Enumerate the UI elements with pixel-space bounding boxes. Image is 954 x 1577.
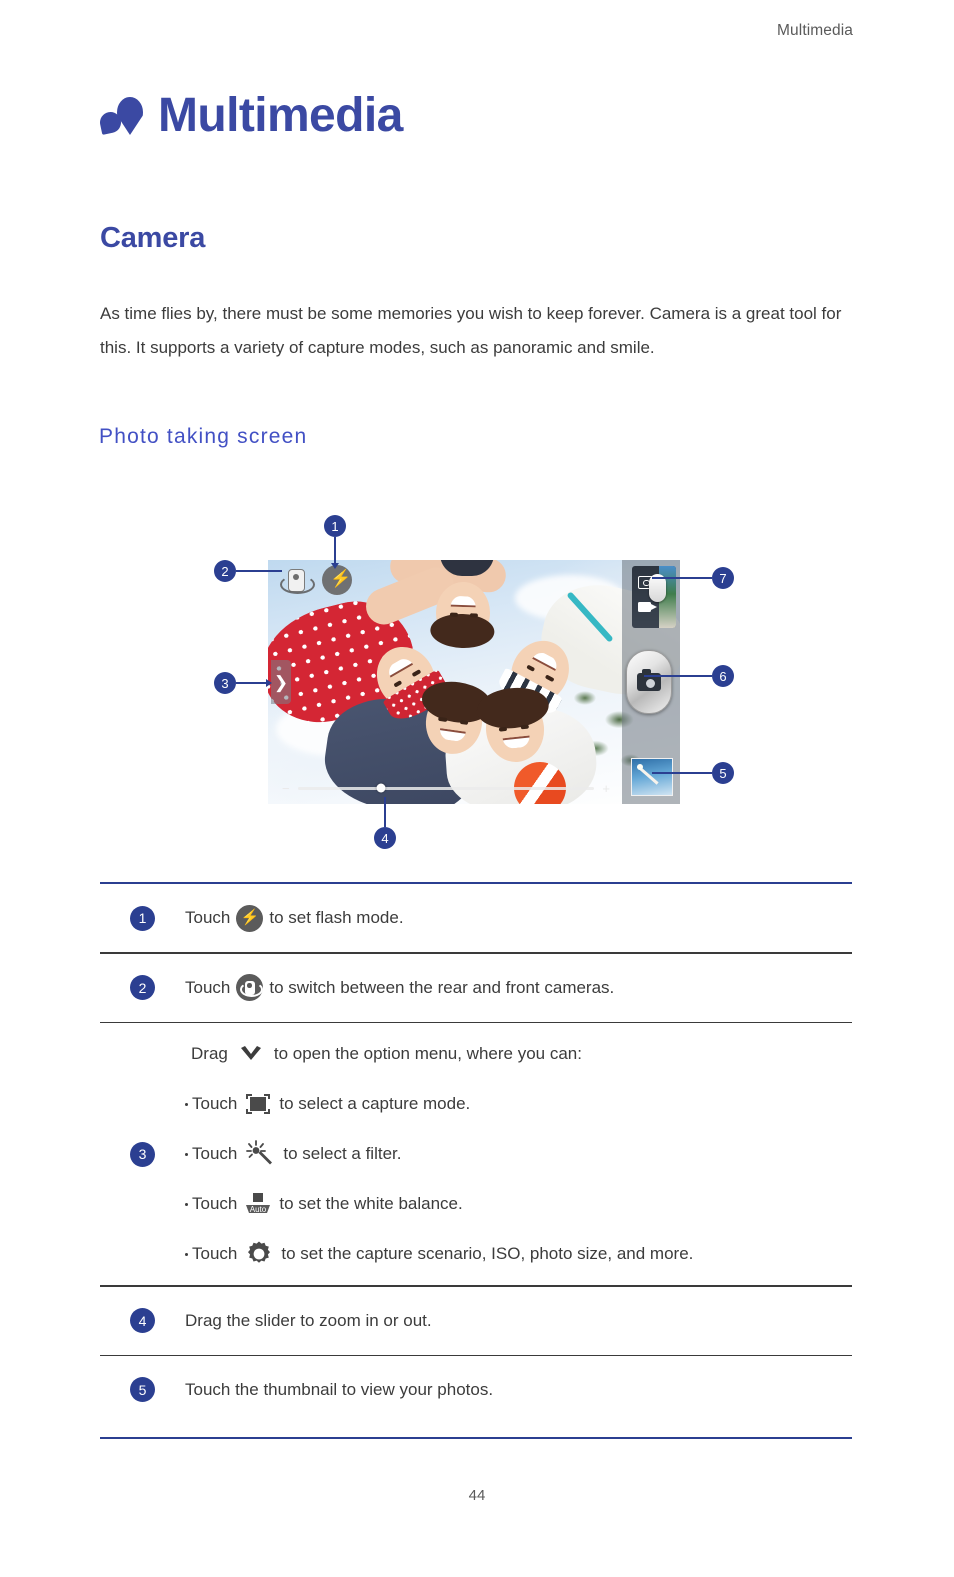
callout-7: 7 bbox=[712, 567, 734, 589]
bullet-dot bbox=[185, 1252, 188, 1256]
camera-switch-icon bbox=[236, 974, 264, 1002]
filter-icon bbox=[245, 1140, 275, 1168]
person-face bbox=[474, 684, 551, 765]
document-page: Multimedia Multimedia Camera As time fli… bbox=[0, 0, 954, 1577]
camera-preview-screenshot: ❯ − + bbox=[268, 560, 680, 804]
legend-badge-4: 4 bbox=[130, 1308, 155, 1334]
section-heading: Camera bbox=[100, 222, 206, 254]
zoom-track[interactable] bbox=[297, 783, 595, 793]
legend-badge-2: 2 bbox=[130, 975, 155, 1001]
flash-icon bbox=[236, 904, 264, 932]
bullet-text-after: to select a capture mode. bbox=[279, 1094, 471, 1114]
camera-control-bar bbox=[622, 560, 680, 804]
bullet-text-before: Touch bbox=[192, 1194, 238, 1214]
callout-5-leader bbox=[652, 772, 712, 774]
zoom-out-label[interactable]: − bbox=[282, 782, 290, 795]
callout-1: 1 bbox=[324, 515, 346, 537]
legend-row-3: 3 Drag to open the option menu, where yo… bbox=[100, 1023, 852, 1285]
callout-6: 6 bbox=[712, 665, 734, 687]
white-balance-auto-icon: Auto bbox=[243, 1191, 273, 1217]
callout-4-leader bbox=[384, 797, 386, 827]
flash-button[interactable] bbox=[322, 565, 352, 595]
page-number: 44 bbox=[468, 1487, 486, 1504]
chapter-title: Multimedia bbox=[158, 89, 403, 142]
legend-bullet-3: Touch Auto to set the white balance. bbox=[185, 1179, 852, 1229]
petal-mark-icon bbox=[98, 92, 146, 140]
bullet-dot bbox=[185, 1102, 188, 1106]
intro-text-after: to open the option menu, where you can: bbox=[273, 1044, 582, 1064]
capture-mode-icon bbox=[243, 1091, 273, 1117]
legend-bullet-2: Touch to select a filter. bbox=[185, 1129, 852, 1179]
running-header: Multimedia bbox=[777, 22, 853, 39]
legend-intro-line: Drag to open the option menu, where you … bbox=[185, 1029, 852, 1079]
legend-number-cell: 3 bbox=[100, 1141, 185, 1167]
svg-text:Auto: Auto bbox=[250, 1205, 267, 1214]
intro-paragraph: As time flies by, there must be some mem… bbox=[100, 304, 842, 357]
zoom-slider[interactable]: − + bbox=[282, 782, 610, 795]
callout-1-leader bbox=[334, 537, 336, 565]
legend-text: Drag the slider to zoom in or out. bbox=[185, 1310, 432, 1330]
legend-number-cell: 1 bbox=[100, 905, 185, 931]
legend-row-4: 4 Drag the slider to zoom in or out. bbox=[100, 1287, 852, 1355]
legend-text: Touch the thumbnail to view your photos. bbox=[185, 1379, 494, 1399]
legend-badge-1: 1 bbox=[130, 905, 155, 931]
video-mode-icon[interactable] bbox=[638, 602, 657, 612]
shutter-button[interactable] bbox=[626, 650, 672, 714]
legend-badge-3: 3 bbox=[130, 1141, 155, 1167]
person-face bbox=[419, 677, 495, 758]
legend-number-cell: 2 bbox=[100, 975, 185, 1001]
chapter-title-row: Multimedia bbox=[98, 89, 403, 142]
option-menu-handle[interactable]: ❯ bbox=[271, 660, 291, 704]
legend-text-5: Touch the thumbnail to view your photos. bbox=[185, 1375, 852, 1405]
photo-video-toggle[interactable] bbox=[632, 566, 676, 628]
callout-3: 3 bbox=[214, 672, 236, 694]
bullet-text-after: to set the white balance. bbox=[279, 1194, 463, 1214]
legend-text-before: Touch bbox=[185, 908, 231, 928]
callout-3-arrow bbox=[266, 679, 272, 687]
bullet-text-after: to select a filter. bbox=[283, 1144, 402, 1164]
legend-bullet-1: Touch to select a capture mode. bbox=[185, 1079, 852, 1129]
callout-4: 4 bbox=[374, 827, 396, 849]
legend-text-4: Drag the slider to zoom in or out. bbox=[185, 1306, 852, 1336]
legend-badge-5: 5 bbox=[130, 1377, 155, 1403]
bullet-text-before: Touch bbox=[192, 1094, 238, 1114]
callout-7-leader bbox=[652, 577, 712, 579]
gallery-thumbnail[interactable] bbox=[631, 758, 673, 796]
chevron-down-icon bbox=[237, 1042, 265, 1066]
bullet-text-before: Touch bbox=[192, 1144, 238, 1164]
intro-text-before: Drag bbox=[191, 1044, 228, 1064]
legend-text-3: Drag to open the option menu, where you … bbox=[185, 1029, 852, 1279]
bullet-text-after: to set the capture scenario, ISO, photo … bbox=[281, 1244, 694, 1264]
subheading: Photo taking screen bbox=[99, 425, 308, 448]
bullet-text-before: Touch bbox=[192, 1244, 238, 1264]
bullet-dot bbox=[185, 1152, 188, 1156]
legend-row-5: 5 Touch the thumbnail to view your photo… bbox=[100, 1356, 852, 1424]
legend-bullet-4: Touch to set the capture scenario, ISO, … bbox=[185, 1229, 852, 1279]
callout-5: 5 bbox=[712, 762, 734, 784]
zoom-in-label[interactable]: + bbox=[602, 782, 610, 795]
callout-6-leader bbox=[644, 675, 712, 677]
callout-3-leader bbox=[236, 682, 268, 684]
callout-2: 2 bbox=[214, 560, 236, 582]
legend-row-2: 2 Touch to switch between the rear and f… bbox=[100, 954, 852, 1022]
callout-2-leader bbox=[236, 570, 282, 572]
legend-text-1: Touch to set flash mode. bbox=[185, 903, 852, 933]
zoom-handle[interactable] bbox=[376, 783, 386, 793]
camera-switch-button[interactable] bbox=[279, 565, 315, 595]
legend-text-before: Touch bbox=[185, 977, 231, 997]
legend-text-2: Touch to switch between the rear and fro… bbox=[185, 973, 852, 1003]
legend-text-after: to switch between the rear and front cam… bbox=[269, 977, 615, 997]
legend-number-cell: 4 bbox=[100, 1308, 185, 1334]
settings-gear-icon bbox=[245, 1240, 273, 1268]
legend-number-cell: 5 bbox=[100, 1377, 185, 1403]
legend-table: 1 Touch to set flash mode. 2 Touch to sw… bbox=[100, 882, 852, 1424]
legend-row-1: 1 Touch to set flash mode. bbox=[100, 884, 852, 952]
footer-rule bbox=[100, 1437, 852, 1440]
bullet-dot bbox=[185, 1202, 188, 1206]
callout-1-arrow bbox=[331, 563, 339, 569]
camera-screen-figure: ❯ − + 1 2 3 4 5 6 7 bbox=[200, 515, 760, 875]
legend-text-after: to set flash mode. bbox=[269, 908, 404, 928]
person-face bbox=[429, 581, 495, 650]
